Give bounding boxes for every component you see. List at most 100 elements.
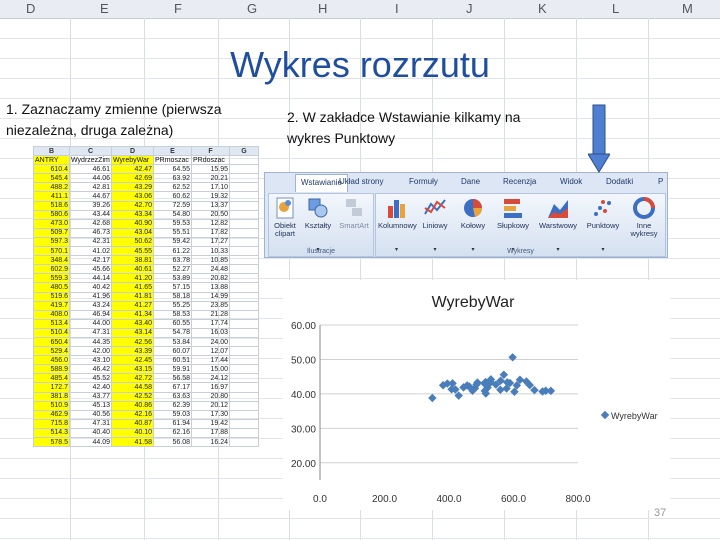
- table-cell[interactable]: 44.35: [69, 336, 112, 348]
- table-cell[interactable]: 24.00: [191, 336, 230, 348]
- table-cell[interactable]: 63.78: [153, 255, 192, 266]
- table-cell[interactable]: 43.24: [69, 300, 112, 311]
- table-cell[interactable]: 44.09: [69, 436, 112, 448]
- table-cell[interactable]: 40.86: [111, 400, 154, 411]
- other-charts-button[interactable]: Inne wykresy: [625, 196, 663, 238]
- table-cell[interactable]: [229, 400, 259, 411]
- table-cell[interactable]: 47.31: [69, 418, 112, 429]
- table-cell[interactable]: 59.91: [153, 364, 192, 375]
- table-cell[interactable]: 510.4: [33, 327, 70, 338]
- table-cell[interactable]: 17.82: [191, 227, 230, 238]
- table-cell[interactable]: 43.44: [69, 209, 112, 220]
- table-cell[interactable]: 42.17: [69, 255, 112, 266]
- table-cell[interactable]: 172.7: [33, 382, 70, 393]
- table-column-letter[interactable]: F: [191, 145, 230, 157]
- table-cell[interactable]: 62.39: [153, 400, 192, 411]
- table-cell[interactable]: 578.5: [33, 436, 70, 448]
- table-cell[interactable]: 509.7: [33, 227, 70, 238]
- table-cell[interactable]: 55.51: [153, 227, 192, 238]
- table-cell[interactable]: [229, 355, 259, 366]
- column-letter[interactable]: M: [682, 1, 693, 16]
- table-cell[interactable]: 41.65: [111, 282, 154, 293]
- table-cell[interactable]: 19.32: [191, 191, 230, 202]
- table-cell[interactable]: 40.90: [111, 218, 154, 229]
- table-cell[interactable]: 514.3: [33, 427, 70, 439]
- table-cell[interactable]: 56.08: [153, 436, 192, 448]
- table-cell[interactable]: 408.0: [33, 309, 70, 320]
- table-cell[interactable]: 42.70: [111, 200, 154, 211]
- table-cell[interactable]: [229, 318, 259, 329]
- tab-addins[interactable]: Dodatki: [606, 177, 633, 186]
- table-cell[interactable]: 24.12: [191, 373, 230, 384]
- table-cell[interactable]: 41.81: [111, 291, 154, 302]
- column-letter[interactable]: H: [318, 1, 327, 16]
- table-cell[interactable]: 17.74: [191, 318, 230, 329]
- table-cell[interactable]: 40.61: [111, 264, 154, 275]
- table-cell[interactable]: 20.80: [191, 391, 230, 402]
- table-cell[interactable]: [229, 191, 259, 202]
- table-cell[interactable]: 40.87: [111, 418, 154, 429]
- table-cell[interactable]: 42.45: [111, 355, 154, 366]
- table-cell[interactable]: 60.55: [153, 318, 192, 329]
- table-cell[interactable]: 14.99: [191, 291, 230, 302]
- table-cell[interactable]: 17.44: [191, 355, 230, 366]
- table-cell[interactable]: 348.4: [33, 255, 70, 266]
- table-cell[interactable]: 529.4: [33, 346, 70, 357]
- table-cell[interactable]: 485.4: [33, 373, 70, 384]
- table-cell[interactable]: 43.34: [111, 209, 154, 220]
- table-cell[interactable]: 17.88: [191, 427, 230, 439]
- table-cell[interactable]: 46.73: [69, 227, 112, 238]
- table-cell[interactable]: [229, 218, 259, 229]
- table-cell[interactable]: 58.53: [153, 309, 192, 320]
- table-cell[interactable]: 21.28: [191, 309, 230, 320]
- tab-more[interactable]: P: [658, 177, 663, 186]
- table-cell[interactable]: 60.62: [153, 191, 192, 202]
- table-cell[interactable]: 40.10: [111, 427, 154, 439]
- table-cell[interactable]: 52.27: [153, 264, 192, 275]
- table-cell[interactable]: 46.42: [69, 364, 112, 375]
- bar-chart-button[interactable]: Słupkowy ▾: [493, 196, 533, 253]
- table-cell[interactable]: 24.48: [191, 264, 230, 275]
- table-cell[interactable]: [229, 173, 259, 184]
- table-cell[interactable]: 570.1: [33, 246, 70, 257]
- smartart-button[interactable]: SmartArt: [337, 196, 371, 230]
- table-cell[interactable]: 43.04: [111, 227, 154, 238]
- table-cell[interactable]: 50.62: [111, 236, 154, 248]
- table-cell[interactable]: 45.52: [69, 373, 112, 384]
- table-cell[interactable]: 44.67: [69, 191, 112, 202]
- table-cell[interactable]: 60.51: [153, 355, 192, 366]
- table-cell[interactable]: 38.81: [111, 255, 154, 266]
- table-cell[interactable]: 42.52: [111, 391, 154, 402]
- table-cell[interactable]: 60.07: [153, 346, 192, 357]
- table-cell[interactable]: [229, 300, 259, 311]
- table-cell[interactable]: 47.31: [69, 327, 112, 338]
- column-chart-button[interactable]: Kolumnowy ▾: [378, 196, 417, 253]
- table-column-letter[interactable]: B: [33, 145, 70, 157]
- table-cell[interactable]: 12.82: [191, 218, 230, 229]
- table-cell[interactable]: 43.40: [111, 318, 154, 329]
- table-cell[interactable]: 381.8: [33, 391, 70, 402]
- table-cell[interactable]: 72.59: [153, 200, 192, 211]
- table-cell[interactable]: 42.81: [69, 182, 112, 193]
- table-cell[interactable]: [229, 364, 259, 375]
- table-cell[interactable]: 480.5: [33, 282, 70, 293]
- table-column-letter[interactable]: G: [229, 145, 259, 157]
- table-cell[interactable]: 602.9: [33, 264, 70, 275]
- shapes-button[interactable]: Kształty ▾: [302, 196, 334, 253]
- table-cell[interactable]: 44.06: [69, 173, 112, 184]
- table-cell[interactable]: 41.58: [111, 436, 154, 448]
- table-cell[interactable]: 588.9: [33, 364, 70, 375]
- table-cell[interactable]: 15.95: [191, 164, 230, 175]
- table-header-cell[interactable]: ANTRY: [33, 155, 70, 166]
- table-cell[interactable]: [229, 264, 259, 275]
- column-letter[interactable]: E: [100, 1, 109, 16]
- table-cell[interactable]: 45.13: [69, 400, 112, 411]
- table-cell[interactable]: 43.29: [111, 182, 154, 193]
- table-cell[interactable]: 64.55: [153, 164, 192, 175]
- table-cell[interactable]: [229, 391, 259, 402]
- table-cell[interactable]: 58.18: [153, 291, 192, 302]
- table-cell[interactable]: 41.20: [111, 273, 154, 284]
- table-cell[interactable]: 44.58: [111, 382, 154, 393]
- table-cell[interactable]: 54.80: [153, 209, 192, 220]
- table-cell[interactable]: 23.85: [191, 300, 230, 311]
